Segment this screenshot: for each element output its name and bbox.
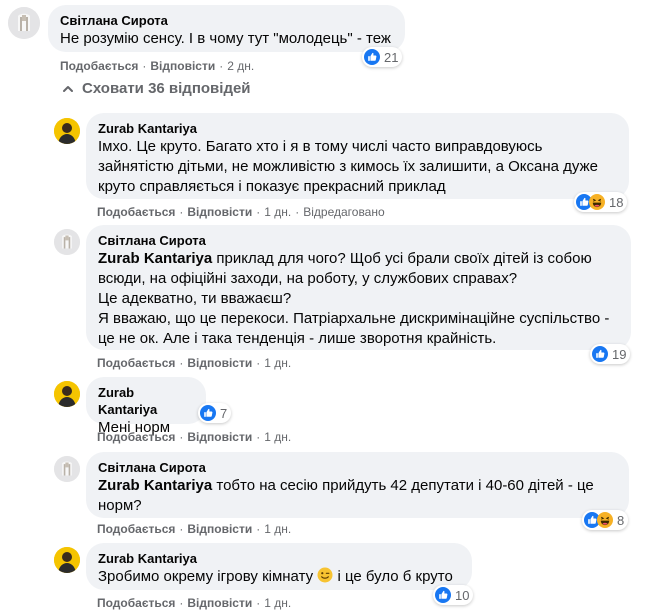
mention-link[interactable]: Zurab Kantariya bbox=[98, 250, 212, 267]
avatar-svitlana-sirota[interactable] bbox=[54, 229, 80, 255]
like-button[interactable]: Подобається bbox=[60, 59, 138, 73]
like-button[interactable]: Подобається bbox=[97, 205, 175, 219]
comment-text: Не розумію сенсу. І в чому тут "молодець… bbox=[60, 30, 391, 47]
mention-link[interactable]: Zurab Kantariya bbox=[98, 477, 212, 494]
comment-bubble: Zurab Kantariya Мені норм bbox=[86, 377, 206, 436]
comment-bubble: Світлана Сирота Zurab Kantariya тобто на… bbox=[86, 452, 629, 518]
avatar-photo-icon bbox=[54, 456, 80, 482]
hide-replies-button[interactable]: Сховати 36 відповідей bbox=[62, 80, 251, 97]
comment-text: круто справляється і показує прекрасний … bbox=[98, 178, 446, 195]
comment-author[interactable]: Zurab Kantariya bbox=[98, 550, 460, 567]
reaction-count: 18 bbox=[609, 194, 624, 210]
comment-timestamp[interactable]: 1 дн. bbox=[264, 205, 291, 219]
comment-author[interactable]: Світлана Сирота bbox=[60, 12, 393, 29]
reaction-count: 7 bbox=[220, 405, 228, 421]
comment-timestamp[interactable]: 1 дн. bbox=[264, 596, 291, 610]
comment-actions: Подобається · Відповісти · 1 дн. bbox=[97, 356, 292, 370]
comment-timestamp[interactable]: 1 дн. bbox=[264, 430, 291, 444]
reaction-summary[interactable]: 19 bbox=[590, 344, 631, 364]
reaction-count: 8 bbox=[617, 512, 625, 528]
edited-label[interactable]: Відредаговано bbox=[303, 205, 384, 219]
like-button[interactable]: Подобається bbox=[97, 522, 175, 536]
reaction-count: 10 bbox=[455, 587, 470, 603]
comment-timestamp[interactable]: 1 дн. bbox=[264, 522, 291, 536]
comment-author[interactable]: Zurab Kantariya bbox=[98, 384, 194, 418]
comment-text: Я вважаю, що це перекоси. Патріархальне … bbox=[98, 310, 610, 327]
reply-button[interactable]: Відповісти bbox=[150, 59, 215, 73]
haha-reaction-icon bbox=[589, 194, 605, 210]
like-reaction-icon bbox=[200, 405, 216, 421]
comment-text-rest: тобто на сесію прийдуть 42 депутати і 40… bbox=[212, 477, 594, 494]
avatar-photo-icon bbox=[54, 229, 80, 255]
winking-face-icon bbox=[317, 567, 333, 583]
reply-button[interactable]: Відповісти bbox=[187, 356, 252, 370]
reply-button[interactable]: Відповісти bbox=[187, 522, 252, 536]
comment-text: Zurab Kantariya тобто на сесію прийдуть … bbox=[98, 476, 617, 496]
haha-reaction-icon bbox=[597, 512, 613, 528]
avatar-photo-icon bbox=[54, 547, 80, 573]
reaction-count: 21 bbox=[384, 49, 399, 65]
comment-text-part: Зробимо окрему ігрову кімнату bbox=[98, 568, 318, 585]
reaction-summary[interactable]: 8 bbox=[582, 510, 629, 530]
avatar-svitlana-sirota[interactable] bbox=[8, 7, 40, 39]
comment-text: Це адекватно, ти вважаєш? bbox=[98, 290, 292, 307]
hide-replies-label: Сховати 36 відповідей bbox=[82, 80, 251, 97]
comment-timestamp[interactable]: 2 дн. bbox=[227, 59, 254, 73]
reaction-summary[interactable]: 21 bbox=[362, 47, 403, 67]
comment-text: Імхо. Це круто. Багато хто і я в тому чи… bbox=[98, 138, 543, 155]
reply-button[interactable]: Відповісти bbox=[187, 596, 252, 610]
reply-button[interactable]: Відповісти bbox=[187, 430, 252, 444]
comment-text-rest: приклад для чого? Щоб усі брали своїх ді… bbox=[212, 250, 592, 267]
comment-bubble: Zurab Kantariya Зробимо окрему ігрову кі… bbox=[86, 543, 472, 590]
reaction-count: 19 bbox=[612, 346, 627, 362]
avatar-zurab-kantariya[interactable] bbox=[54, 547, 80, 573]
comment-timestamp[interactable]: 1 дн. bbox=[264, 356, 291, 370]
comment-text: це не ок. Але і така тенденція - лише зв… bbox=[98, 330, 497, 347]
like-reaction-icon bbox=[364, 49, 380, 65]
comment-bubble: Світлана Сирота Не розумію сенсу. І в чо… bbox=[48, 5, 405, 52]
like-reaction-icon bbox=[435, 587, 451, 603]
like-button[interactable]: Подобається bbox=[97, 430, 175, 444]
comment-actions: Подобається · Відповісти · 1 дн. bbox=[97, 596, 292, 610]
comment-author[interactable]: Світлана Сирота bbox=[98, 459, 617, 476]
like-button[interactable]: Подобається bbox=[97, 356, 175, 370]
comment-text-part: і це було б круто bbox=[333, 568, 453, 585]
like-button[interactable]: Подобається bbox=[97, 596, 175, 610]
comment-actions: Подобається · Відповісти · 1 дн. bbox=[97, 430, 292, 444]
comment-author[interactable]: Світлана Сирота bbox=[98, 232, 619, 249]
comment-bubble: Zurab Kantariya Імхо. Це круто. Багато х… bbox=[86, 113, 629, 199]
avatar-svitlana-sirota[interactable] bbox=[54, 456, 80, 482]
comment-author[interactable]: Zurab Kantariya bbox=[98, 120, 617, 137]
comment-text: норм? bbox=[98, 497, 142, 514]
comment-text: Зробимо окрему ігрову кімнату і це було … bbox=[98, 567, 460, 587]
reaction-summary[interactable]: 18 bbox=[574, 192, 628, 212]
avatar-photo-icon bbox=[54, 381, 80, 407]
like-reaction-icon bbox=[592, 346, 608, 362]
avatar-photo-icon bbox=[54, 118, 80, 144]
reply-button[interactable]: Відповісти bbox=[187, 205, 252, 219]
comment-actions: Подобається · Відповісти · 1 дн. bbox=[97, 522, 292, 536]
comment-text: зайнятістю дітьми, не можливістю з кимос… bbox=[98, 158, 598, 175]
avatar-zurab-kantariya[interactable] bbox=[54, 118, 80, 144]
comment-bubble: Світлана Сирота Zurab Kantariya приклад … bbox=[86, 225, 631, 350]
avatar-photo-icon bbox=[8, 7, 40, 39]
comment-text: всюди, на офіційні заходи, на роботу, у … bbox=[98, 270, 518, 287]
reaction-summary[interactable]: 10 bbox=[433, 585, 474, 605]
avatar-zurab-kantariya[interactable] bbox=[54, 381, 80, 407]
comment-actions: Подобається · Відповісти · 2 дн. bbox=[60, 59, 255, 73]
comment-actions: Подобається · Відповісти · 1 дн. · Відредагова… bbox=[97, 205, 385, 219]
reaction-summary[interactable]: 7 bbox=[198, 403, 232, 423]
comment-text: Zurab Kantariya приклад для чого? Щоб ус… bbox=[98, 249, 619, 269]
chevron-up-icon bbox=[63, 86, 73, 93]
